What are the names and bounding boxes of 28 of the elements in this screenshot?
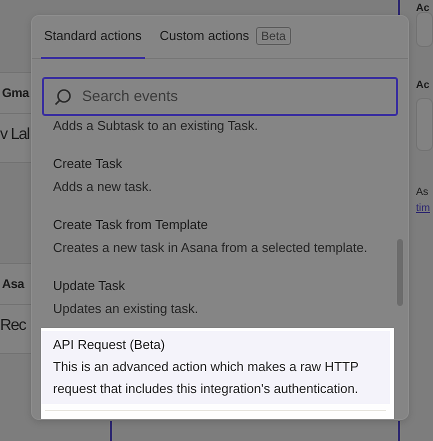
action-title: API Request (Beta) xyxy=(53,336,166,354)
beta-badge: Beta xyxy=(256,27,291,45)
scrollbar-thumb[interactable] xyxy=(397,239,403,306)
node-title: Rec xyxy=(0,317,26,334)
node-app-name: Gma xyxy=(2,86,29,100)
field-label: Ac xyxy=(416,78,430,93)
help-link[interactable]: tim xyxy=(416,200,433,216)
action-item[interactable]: API Request (Beta) This is an advanced action which makes a raw HTTP request that includes this integration's authentication. xyxy=(41,328,394,419)
action-description: Adds a new task. xyxy=(53,178,153,196)
action-title: Create Task xyxy=(53,155,124,173)
action-description: Creates a new task in Asana from a selected template. xyxy=(53,239,368,257)
action-description: This is an advanced action which makes a raw HTTP request that includes this integration's authentication. xyxy=(53,358,360,398)
search-field[interactable]: Search events xyxy=(42,77,398,116)
search-icon xyxy=(54,88,72,106)
action-item[interactable]: Update Task Updates an existing task. xyxy=(41,267,394,328)
field-label: Ac xyxy=(416,1,430,16)
action-item[interactable]: Create Task from Template Creates a new task in Asana from a selected template. xyxy=(41,206,394,267)
action-description: Adds a Subtask to an existing Task. xyxy=(53,117,259,135)
tab[interactable]: Standard actions xyxy=(41,16,145,58)
action-description: Updates an existing task. xyxy=(53,300,200,318)
action-title: Create Task from Template xyxy=(53,216,209,234)
node-app-name: Asa xyxy=(2,277,24,291)
action-item[interactable]: Adds a Subtask to an existing Task. xyxy=(41,116,394,145)
node-title: v Lal xyxy=(0,126,30,143)
tab[interactable]: Custom actions Beta xyxy=(156,16,294,58)
action-title: Update Task xyxy=(53,277,126,295)
help-text: As xyxy=(416,185,430,200)
action-item[interactable]: Create Task Adds a new task. xyxy=(41,145,394,206)
